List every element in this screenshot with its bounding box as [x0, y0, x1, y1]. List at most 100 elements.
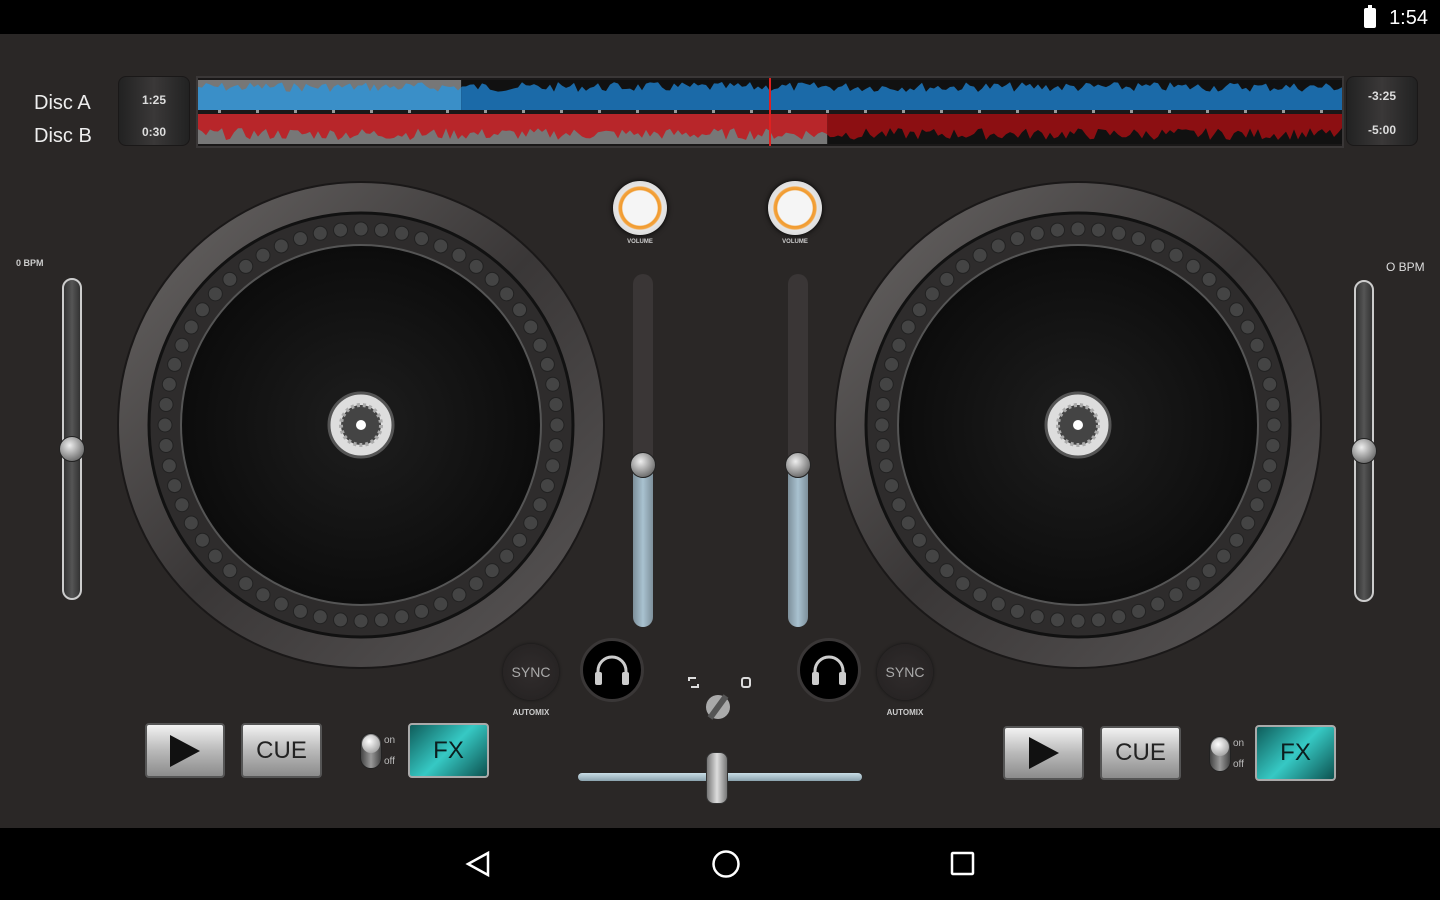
- platter-dot: [222, 563, 238, 579]
- channel-fader-a[interactable]: [633, 274, 653, 627]
- fx-toggle-a[interactable]: [360, 733, 382, 769]
- platter-dot: [875, 397, 891, 413]
- disc-a-elapsed: 1:25: [141, 93, 167, 107]
- beat-marker: [788, 110, 791, 113]
- beat-marker: [256, 110, 259, 113]
- beat-marker: [332, 110, 335, 113]
- loop-left-icon: [688, 677, 699, 688]
- pitch-slider-b-thumb[interactable]: [1351, 437, 1377, 464]
- platter-dot: [414, 231, 430, 247]
- platter-dot: [972, 587, 988, 603]
- platter-dot: [194, 302, 210, 318]
- play-icon: [1028, 737, 1059, 769]
- turntable-b[interactable]: [833, 180, 1323, 670]
- platter-dot: [548, 437, 564, 453]
- platter-dot: [1070, 613, 1086, 629]
- sync-button-b[interactable]: SYNC: [877, 644, 933, 700]
- platter-dot: [353, 613, 369, 629]
- platter-dot: [394, 225, 410, 241]
- beat-marker: [978, 110, 981, 113]
- platter-dot: [891, 337, 907, 353]
- volume-knob-b[interactable]: [768, 181, 822, 235]
- fx-button-b[interactable]: FX: [1255, 725, 1336, 781]
- clock: 1:54: [1389, 7, 1428, 29]
- platter-dot: [1111, 225, 1127, 241]
- beat-marker: [1320, 110, 1323, 113]
- automix-a-label: AUTOMIX: [512, 708, 550, 717]
- volume-b-label: VOLUME: [782, 239, 808, 245]
- automix-b-label: AUTOMIX: [886, 708, 924, 717]
- disc-a-remaining: -3:25: [1367, 89, 1396, 103]
- platter-dot: [1131, 231, 1147, 247]
- remaining-time-box: -3:25 -5:00: [1346, 76, 1418, 146]
- automix-mode-knob[interactable]: [684, 674, 756, 726]
- play-button-a[interactable]: [145, 723, 225, 778]
- crossfader-thumb[interactable]: [706, 752, 729, 804]
- platter-dot: [539, 356, 555, 372]
- platter-dot: [373, 222, 389, 238]
- platter-dot: [1262, 376, 1278, 392]
- fx-button-a[interactable]: FX: [408, 723, 489, 778]
- platter-dot: [292, 603, 308, 619]
- platter-dot: [1249, 337, 1265, 353]
- cue-button-b[interactable]: CUE: [1100, 726, 1181, 780]
- home-icon[interactable]: [711, 849, 741, 879]
- sync-button-a[interactable]: SYNC: [503, 644, 559, 700]
- platter-dot: [1201, 563, 1217, 579]
- platter-dot: [1266, 417, 1282, 433]
- platter-dot: [1185, 258, 1201, 274]
- platter-dot: [1249, 497, 1265, 513]
- platter-dot: [911, 532, 927, 548]
- platter-dot: [183, 319, 199, 335]
- channel-fader-a-thumb[interactable]: [630, 451, 656, 478]
- platter-dot: [1009, 231, 1025, 247]
- turntable-a[interactable]: [116, 180, 606, 670]
- platter-dot: [1009, 603, 1025, 619]
- headphones-cue-a[interactable]: [580, 638, 644, 702]
- headphones-icon: [812, 655, 846, 685]
- channel-fader-b-thumb[interactable]: [785, 451, 811, 478]
- platter-dot: [167, 478, 183, 494]
- beat-marker: [1016, 110, 1019, 113]
- platter-dot: [433, 238, 449, 254]
- beat-marker: [1168, 110, 1171, 113]
- platter-dot: [1229, 532, 1245, 548]
- channel-fader-b[interactable]: [788, 274, 808, 627]
- volume-knob-a[interactable]: [613, 181, 667, 235]
- platter-dot: [884, 356, 900, 372]
- fx-toggle-b[interactable]: [1209, 736, 1231, 772]
- beat-marker: [902, 110, 905, 113]
- cue-button-a[interactable]: CUE: [241, 723, 322, 778]
- platter-dot: [1050, 222, 1066, 238]
- fx-off-label-b: off: [1233, 759, 1244, 770]
- platter-dot: [255, 247, 271, 263]
- platter-dot: [194, 532, 210, 548]
- platter-dot: [312, 225, 328, 241]
- beat-marker: [1092, 110, 1095, 113]
- beat-marker: [408, 110, 411, 113]
- back-icon[interactable]: [464, 850, 492, 878]
- status-bar: 1:54: [0, 0, 1440, 34]
- platter-dot: [955, 258, 971, 274]
- beat-marker: [636, 110, 639, 113]
- platter-dot: [484, 271, 500, 287]
- pitch-slider-a-thumb[interactable]: [59, 435, 85, 462]
- platter-dot: [512, 302, 528, 318]
- platter-dot: [207, 548, 223, 564]
- recents-icon[interactable]: [950, 851, 976, 877]
- beat-marker: [484, 110, 487, 113]
- platter-dot: [1262, 458, 1278, 474]
- platter-dot: [273, 238, 289, 254]
- platter-dot: [1150, 596, 1166, 612]
- platter-dot: [1029, 609, 1045, 625]
- platter-dot: [273, 596, 289, 612]
- platter-dot: [924, 548, 940, 564]
- platter-dot: [891, 497, 907, 513]
- bpm-b: O BPM: [1386, 260, 1425, 274]
- headphones-cue-b[interactable]: [797, 638, 861, 702]
- platter-dot: [167, 356, 183, 372]
- waveform-display[interactable]: [196, 76, 1344, 148]
- play-button-b[interactable]: [1003, 726, 1084, 780]
- fx-on-label-a: on: [384, 735, 396, 746]
- beat-marker: [218, 110, 221, 113]
